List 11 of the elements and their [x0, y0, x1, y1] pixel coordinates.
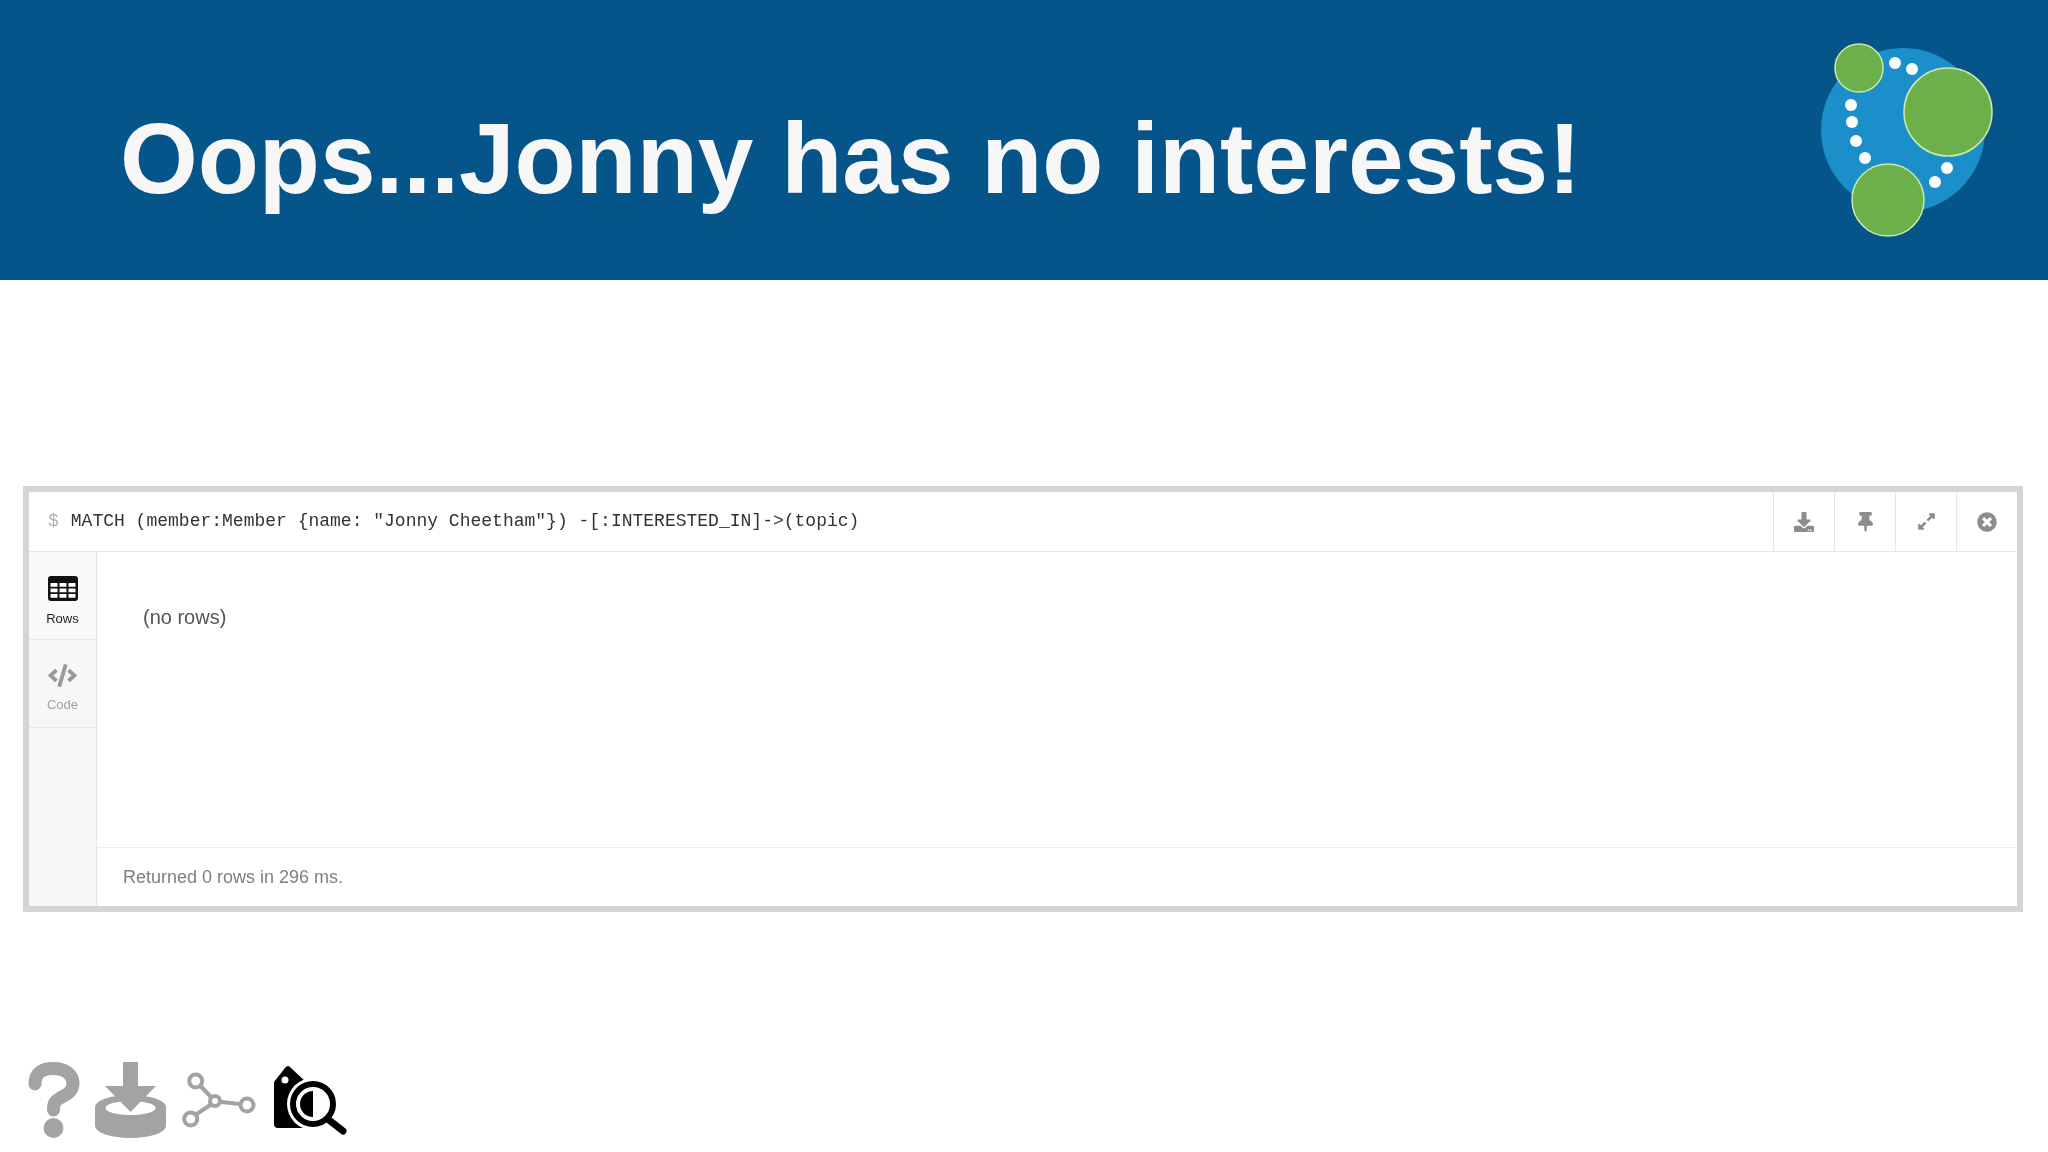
query-text: MATCH (member:Member {name: "Jonny Cheetham"}) -[:INTERESTED_IN]->(topic)	[70, 510, 860, 533]
prompt-symbol: $	[48, 510, 59, 533]
code-icon	[48, 664, 77, 687]
status-text: Returned 0 rows in 296 ms.	[123, 865, 344, 889]
empty-result-message: (no rows)	[143, 606, 227, 628]
close-icon	[1977, 511, 1997, 532]
table-icon	[47, 576, 78, 601]
expand-icon	[1916, 512, 1936, 531]
pin-icon	[1857, 511, 1873, 532]
download-icon	[1794, 511, 1814, 532]
slide-title: Oops...Jonny has no interests!	[120, 101, 1582, 216]
